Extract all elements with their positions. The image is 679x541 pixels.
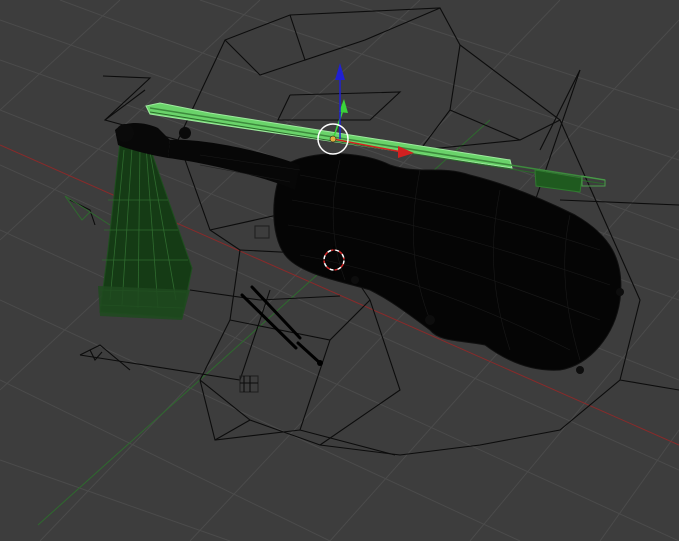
metronome[interactable] [98,141,193,320]
viewport-canvas[interactable] [0,0,679,541]
gizmo-center[interactable] [329,135,337,143]
3d-viewport[interactable] [0,0,679,541]
light-object[interactable] [64,195,111,226]
